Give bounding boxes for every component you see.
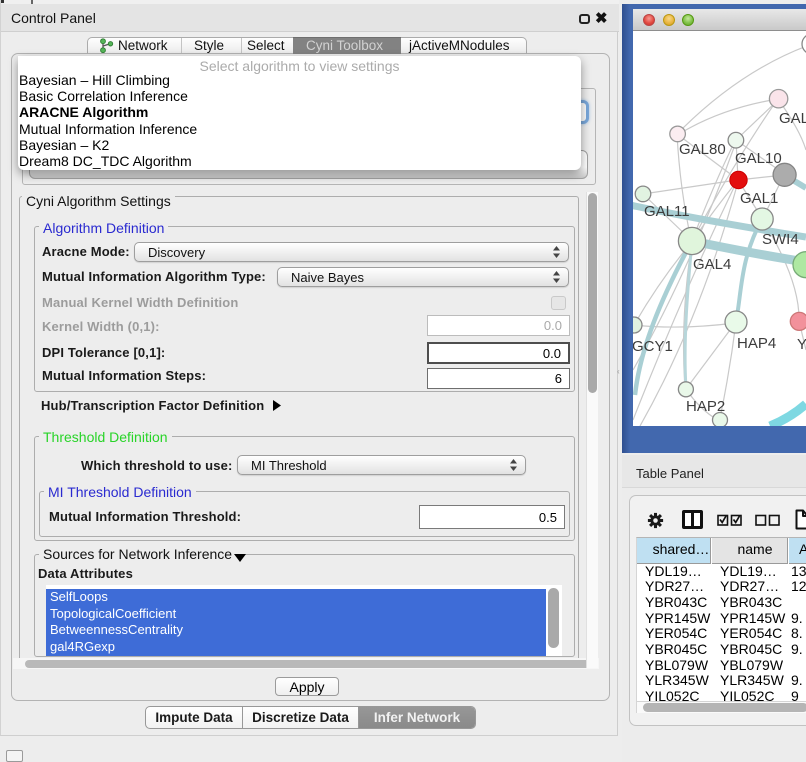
svg-text:HAP2: HAP2 xyxy=(686,398,725,415)
svg-text:SWI4: SWI4 xyxy=(762,231,799,248)
svg-text:GAL10: GAL10 xyxy=(735,150,782,167)
svg-text:HAP4: HAP4 xyxy=(737,335,776,352)
svg-text:GAL4: GAL4 xyxy=(693,256,731,273)
svg-text:Y: Y xyxy=(797,336,806,353)
svg-text:GAL80: GAL80 xyxy=(679,141,726,158)
svg-text:GAL11: GAL11 xyxy=(644,203,690,220)
svg-text:GAL7: GAL7 xyxy=(779,110,806,127)
svg-text:GCY1: GCY1 xyxy=(633,338,673,355)
svg-text:GAL1: GAL1 xyxy=(740,190,778,207)
